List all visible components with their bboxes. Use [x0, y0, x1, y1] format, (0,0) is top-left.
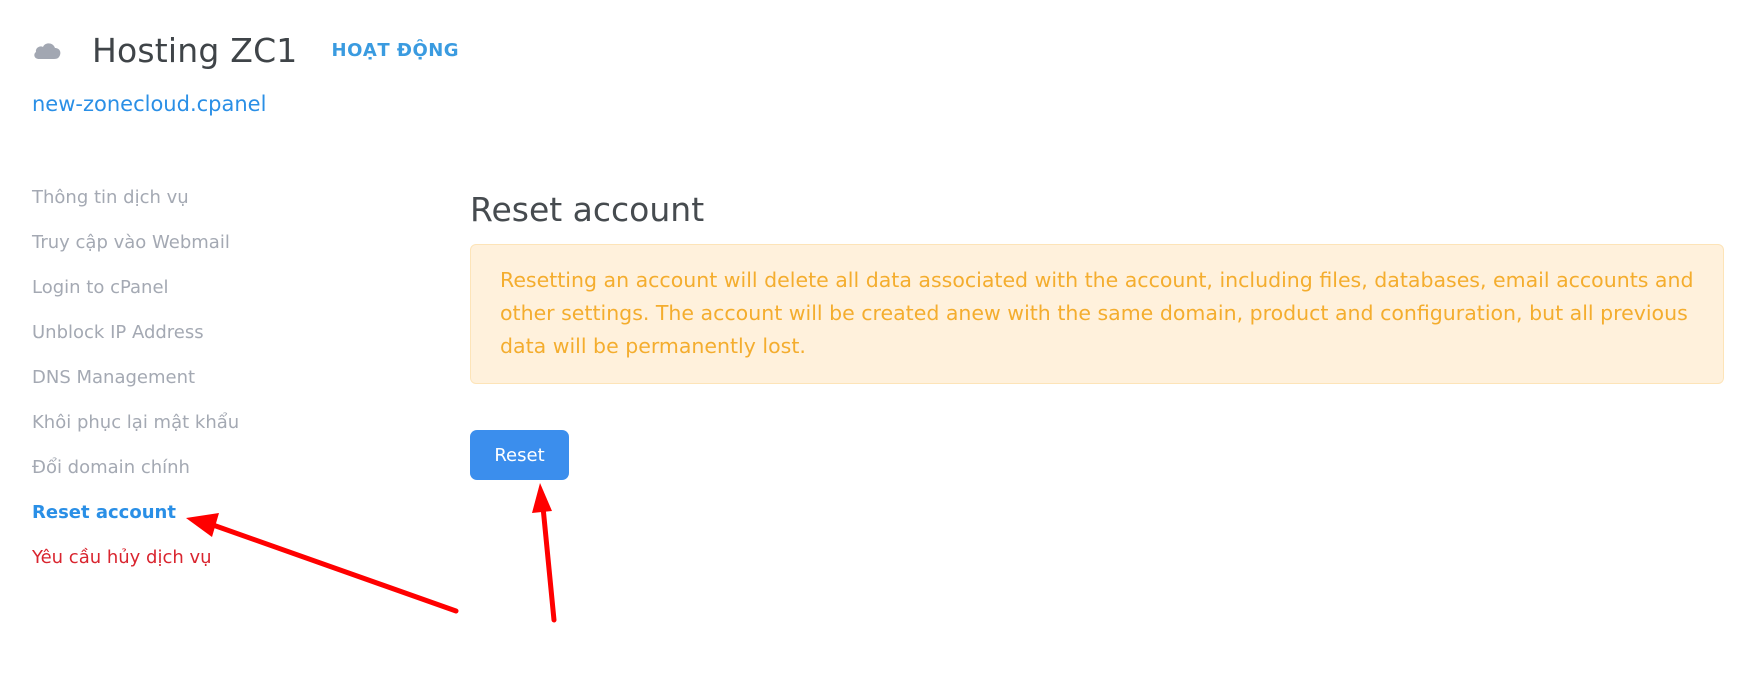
sidebar-item-cpanel-login[interactable]: Login to cPanel [32, 270, 432, 315]
warning-alert: Resetting an account will delete all dat… [470, 244, 1724, 384]
domain-link[interactable]: new-zonecloud.cpanel [32, 92, 266, 116]
section-title: Reset account [470, 190, 705, 229]
sidebar-item-dns-management[interactable]: DNS Management [32, 360, 432, 405]
sidebar-item-change-domain[interactable]: Đổi domain chính [32, 450, 432, 495]
status-badge: HOẠT ĐỘNG [331, 39, 460, 61]
main-content: Reset account Resetting an account will … [470, 188, 1724, 384]
sidebar-item-service-info[interactable]: Thông tin dịch vụ [32, 180, 432, 225]
service-header: Hosting ZC1 HOẠT ĐỘNG [32, 28, 459, 72]
sidebar-item-webmail[interactable]: Truy cập vào Webmail [32, 225, 432, 270]
sidebar-item-password-recovery[interactable]: Khôi phục lại mật khẩu [32, 405, 432, 450]
arrow-to-reset-button-icon [532, 483, 557, 623]
sidebar-menu: Thông tin dịch vụ Truy cập vào Webmail L… [32, 180, 432, 585]
sidebar-item-cancel-service[interactable]: Yêu cầu hủy dịch vụ [32, 540, 432, 585]
sidebar-item-reset-account[interactable]: Reset account [32, 495, 432, 540]
page-title: Hosting ZC1 [92, 30, 298, 70]
cloud-icon [34, 43, 61, 59]
sidebar-item-unblock-ip[interactable]: Unblock IP Address [32, 315, 432, 360]
reset-button[interactable]: Reset [470, 430, 569, 480]
